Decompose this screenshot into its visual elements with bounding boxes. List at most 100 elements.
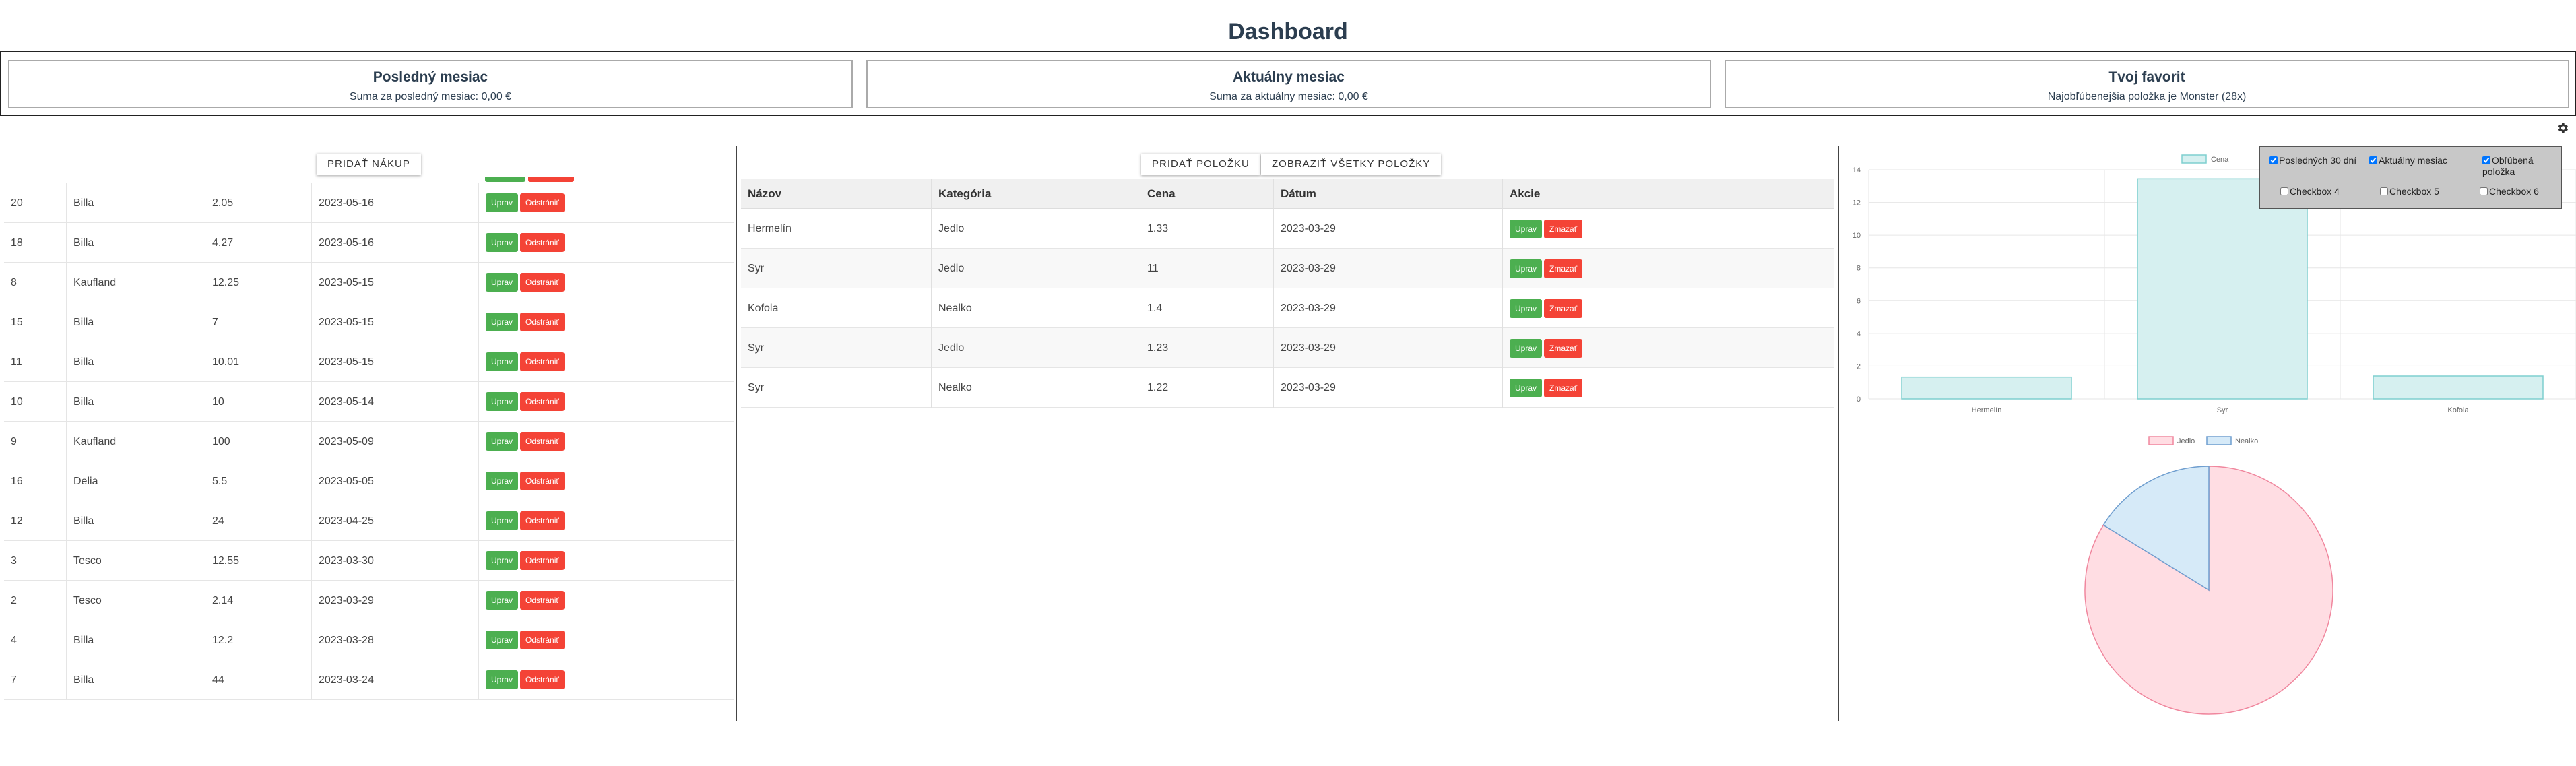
purchase-date: 2023-05-15 bbox=[311, 302, 478, 342]
delete-button[interactable]: Odstrániť bbox=[520, 272, 565, 292]
edit-button[interactable]: Uprav bbox=[1510, 219, 1543, 238]
edit-button[interactable]: Uprav bbox=[486, 590, 519, 610]
checkbox-last-30-days[interactable]: Posledných 30 dní bbox=[2269, 155, 2357, 166]
purchase-date: 2023-05-09 bbox=[311, 422, 478, 461]
edit-button[interactable]: Uprav bbox=[486, 193, 519, 212]
checkbox-current-month[interactable]: Aktuálny mesiac bbox=[2369, 155, 2464, 166]
purchase-id: 3 bbox=[11, 555, 17, 567]
row-actions: Uprav Odstrániť bbox=[478, 461, 734, 501]
edit-button[interactable]: Uprav bbox=[1510, 259, 1543, 278]
edit-button[interactable]: Uprav bbox=[1510, 338, 1543, 358]
row-actions: Uprav Odstrániť bbox=[478, 183, 734, 223]
row-actions: Uprav Zmazať bbox=[1502, 209, 1834, 249]
delete-button[interactable]: Zmazať bbox=[1544, 219, 1583, 238]
edit-button[interactable]: Uprav bbox=[486, 550, 519, 570]
purchase-amount: 2.14 bbox=[205, 581, 311, 620]
purchase-date: 2023-03-24 bbox=[311, 660, 478, 700]
delete-button[interactable]: Odstrániť bbox=[520, 193, 565, 212]
checkbox-input[interactable] bbox=[2369, 156, 2377, 164]
purchase-amount: 10 bbox=[205, 382, 311, 422]
row-actions: Uprav Zmazať bbox=[1502, 288, 1834, 328]
delete-button[interactable]: Zmazať bbox=[1544, 298, 1583, 318]
purchase-date: 2023-03-30 bbox=[311, 541, 478, 581]
edit-button[interactable]: Uprav bbox=[486, 630, 519, 649]
delete-button[interactable]: Odstrániť bbox=[520, 352, 565, 371]
delete-button[interactable]: Odstrániť bbox=[520, 312, 565, 331]
scroll-peek-buttons bbox=[482, 177, 577, 183]
row-actions: Uprav Zmazať bbox=[1502, 368, 1834, 408]
y-tick-label: 2 bbox=[1857, 362, 1861, 371]
edit-button[interactable]: Uprav bbox=[486, 352, 519, 371]
add-purchase-button[interactable]: PRIDAŤ NÁKUP bbox=[317, 154, 421, 175]
item-category: Jedlo bbox=[931, 209, 1140, 249]
table-row: 3 Tesco 12.55 2023-03-30 Uprav Odstrániť bbox=[4, 541, 734, 581]
purchase-store: Tesco bbox=[66, 581, 205, 620]
delete-button[interactable]: Zmazať bbox=[1544, 338, 1583, 358]
edit-button[interactable]: Uprav bbox=[486, 471, 519, 490]
y-tick-label: 14 bbox=[1853, 166, 1861, 174]
delete-button[interactable]: Odstrániť bbox=[520, 471, 565, 490]
delete-button[interactable]: Zmazať bbox=[1544, 378, 1583, 397]
checkbox-label: Checkbox 5 bbox=[2389, 186, 2439, 197]
checkbox-favorite-item[interactable]: Obľúbená položka bbox=[2482, 155, 2556, 178]
table-row: 7 Billa 44 2023-03-24 Uprav Odstrániť bbox=[4, 660, 734, 700]
edit-button[interactable]: Uprav bbox=[486, 431, 519, 451]
purchase-store: Billa bbox=[66, 223, 205, 263]
row-actions: Uprav Zmazať bbox=[1502, 328, 1834, 368]
checkbox-input[interactable] bbox=[2480, 187, 2488, 195]
table-row: 18 Billa 4.27 2023-05-16 Uprav Odstrániť bbox=[4, 223, 734, 263]
delete-button[interactable]: Odstrániť bbox=[520, 630, 565, 649]
gear-icon[interactable] bbox=[2556, 121, 2569, 139]
show-all-items-button[interactable]: ZOBRAZIŤ VŠETKY POLOŽKY bbox=[1261, 154, 1442, 175]
delete-button[interactable]: Odstrániť bbox=[520, 590, 565, 610]
header-date: Dátum bbox=[1273, 179, 1502, 209]
delete-button[interactable]: Odstrániť bbox=[520, 550, 565, 570]
checkbox-5[interactable]: Checkbox 5 bbox=[2380, 186, 2461, 197]
delete-button[interactable]: Zmazať bbox=[1544, 259, 1583, 278]
panel-divider bbox=[736, 146, 737, 721]
purchase-amount: 12.25 bbox=[205, 263, 311, 302]
delete-button[interactable]: Odstrániť bbox=[520, 431, 565, 451]
delete-button[interactable] bbox=[528, 177, 574, 182]
checkbox-input[interactable] bbox=[2269, 156, 2278, 164]
purchase-store: Kaufland bbox=[66, 422, 205, 461]
y-tick-label: 4 bbox=[1857, 330, 1861, 338]
purchase-date: 2023-05-15 bbox=[311, 263, 478, 302]
item-price: 1.23 bbox=[1140, 328, 1273, 368]
checkbox-label: Posledných 30 dní bbox=[2279, 155, 2357, 166]
card-last-month: Posledný mesiac Suma za posledný mesiac:… bbox=[8, 60, 853, 108]
edit-button[interactable]: Uprav bbox=[1510, 378, 1543, 397]
edit-button[interactable]: Uprav bbox=[486, 312, 519, 331]
purchase-store: Billa bbox=[66, 620, 205, 660]
delete-button[interactable]: Odstrániť bbox=[520, 670, 565, 689]
delete-button[interactable]: Odstrániť bbox=[520, 391, 565, 411]
edit-button[interactable]: Uprav bbox=[486, 670, 519, 689]
chart-settings-panel: Posledných 30 dní Aktuálny mesiac Obľúbe… bbox=[2259, 146, 2562, 209]
item-name: Hermelín bbox=[748, 223, 792, 234]
item-name: Syr bbox=[748, 263, 764, 274]
purchase-id: 2 bbox=[11, 595, 17, 606]
delete-button[interactable]: Odstrániť bbox=[520, 511, 565, 530]
edit-button[interactable]: Uprav bbox=[1510, 298, 1543, 318]
edit-button[interactable]: Uprav bbox=[486, 511, 519, 530]
delete-button[interactable]: Odstrániť bbox=[520, 232, 565, 252]
edit-button[interactable]: Uprav bbox=[486, 232, 519, 252]
checkbox-4[interactable]: Checkbox 4 bbox=[2280, 186, 2361, 197]
checkbox-input[interactable] bbox=[2280, 187, 2288, 195]
bar bbox=[1901, 376, 2072, 400]
checkbox-input[interactable] bbox=[2380, 187, 2388, 195]
purchase-store: Delia bbox=[66, 461, 205, 501]
row-actions: Uprav Odstrániť bbox=[478, 541, 734, 581]
edit-button[interactable] bbox=[485, 177, 525, 182]
legend-swatch bbox=[2148, 436, 2174, 445]
checkbox-6[interactable]: Checkbox 6 bbox=[2480, 186, 2561, 197]
item-category: Jedlo bbox=[931, 249, 1140, 288]
card-favorite: Tvoj favorit Najobľúbenejšia položka je … bbox=[1725, 60, 2569, 108]
row-actions: Uprav Odstrániť bbox=[478, 263, 734, 302]
item-price: 1.22 bbox=[1140, 368, 1273, 408]
add-item-button[interactable]: PRIDAŤ POLOŽKU bbox=[1141, 154, 1260, 175]
edit-button[interactable]: Uprav bbox=[486, 391, 519, 411]
purchase-id: 15 bbox=[11, 317, 23, 328]
checkbox-input[interactable] bbox=[2482, 156, 2490, 164]
edit-button[interactable]: Uprav bbox=[486, 272, 519, 292]
